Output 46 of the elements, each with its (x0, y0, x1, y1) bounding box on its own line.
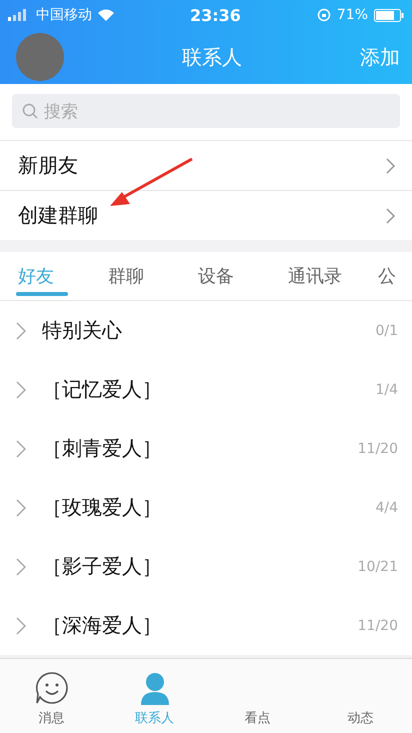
nav-tab[interactable]: 消息 (0, 659, 103, 733)
battery-percent: 71% (336, 7, 368, 23)
smile-icon (34, 671, 68, 705)
group-row[interactable]: ［深海爱人］ 11/20 (0, 596, 412, 655)
chevron-icon (16, 558, 26, 576)
group-row[interactable]: ［玫瑰爱人］ 4/4 (0, 478, 412, 537)
chevron-icon (16, 322, 26, 340)
chevron-icon (16, 440, 26, 458)
group-row[interactable]: ［刺青爱人］ 11/20 (0, 419, 412, 478)
clock-time: 23:36 (188, 6, 242, 24)
search-icon (22, 103, 38, 119)
group-row[interactable]: 特别关心 0/1 (0, 301, 412, 360)
online-count: 11/20 (358, 618, 398, 634)
tab[interactable]: 设备 (198, 252, 288, 300)
rotation-lock-icon (316, 8, 331, 22)
avatar[interactable] (16, 33, 64, 81)
chevron-icon (386, 208, 396, 224)
group-name: ［影子爱人］ (42, 553, 163, 580)
nav-tab[interactable]: 动态 (309, 659, 412, 733)
group-name: ［玫瑰爱人］ (42, 494, 163, 521)
menu-row[interactable]: 新朋友 (0, 140, 412, 190)
online-count: 10/21 (358, 558, 398, 574)
page-title: 联系人 (181, 44, 243, 70)
online-count: 0/1 (375, 322, 398, 338)
chevron-icon (386, 158, 396, 174)
wifi-icon (98, 9, 114, 21)
chevron-icon (16, 498, 26, 516)
menu-row[interactable]: 创建群聊 (0, 190, 412, 240)
online-count: 1/4 (375, 382, 398, 398)
group-row[interactable]: ［影子爱人］ 10/21 (0, 537, 412, 596)
group-row[interactable]: ［记忆爱人］ 1/4 (0, 360, 412, 419)
online-count: 4/4 (375, 500, 398, 516)
battery-icon (374, 8, 404, 22)
group-name: ［记忆爱人］ (42, 376, 163, 403)
carrier-name: 中国移动 (36, 6, 92, 24)
online-count: 11/20 (358, 440, 398, 456)
nav-tab[interactable]: 看点 (206, 659, 309, 733)
group-name: 特别关心 (42, 317, 123, 344)
tab[interactable]: 公 (378, 252, 400, 300)
tab[interactable]: 群聊 (108, 252, 198, 300)
chevron-icon (16, 616, 26, 634)
search-placeholder: 搜索 (44, 100, 78, 122)
tab[interactable]: 通讯录 (288, 252, 378, 300)
chevron-icon (16, 380, 26, 398)
group-name: ［刺青爱人］ (42, 435, 163, 462)
group-name: ［深海爱人］ (42, 612, 163, 639)
